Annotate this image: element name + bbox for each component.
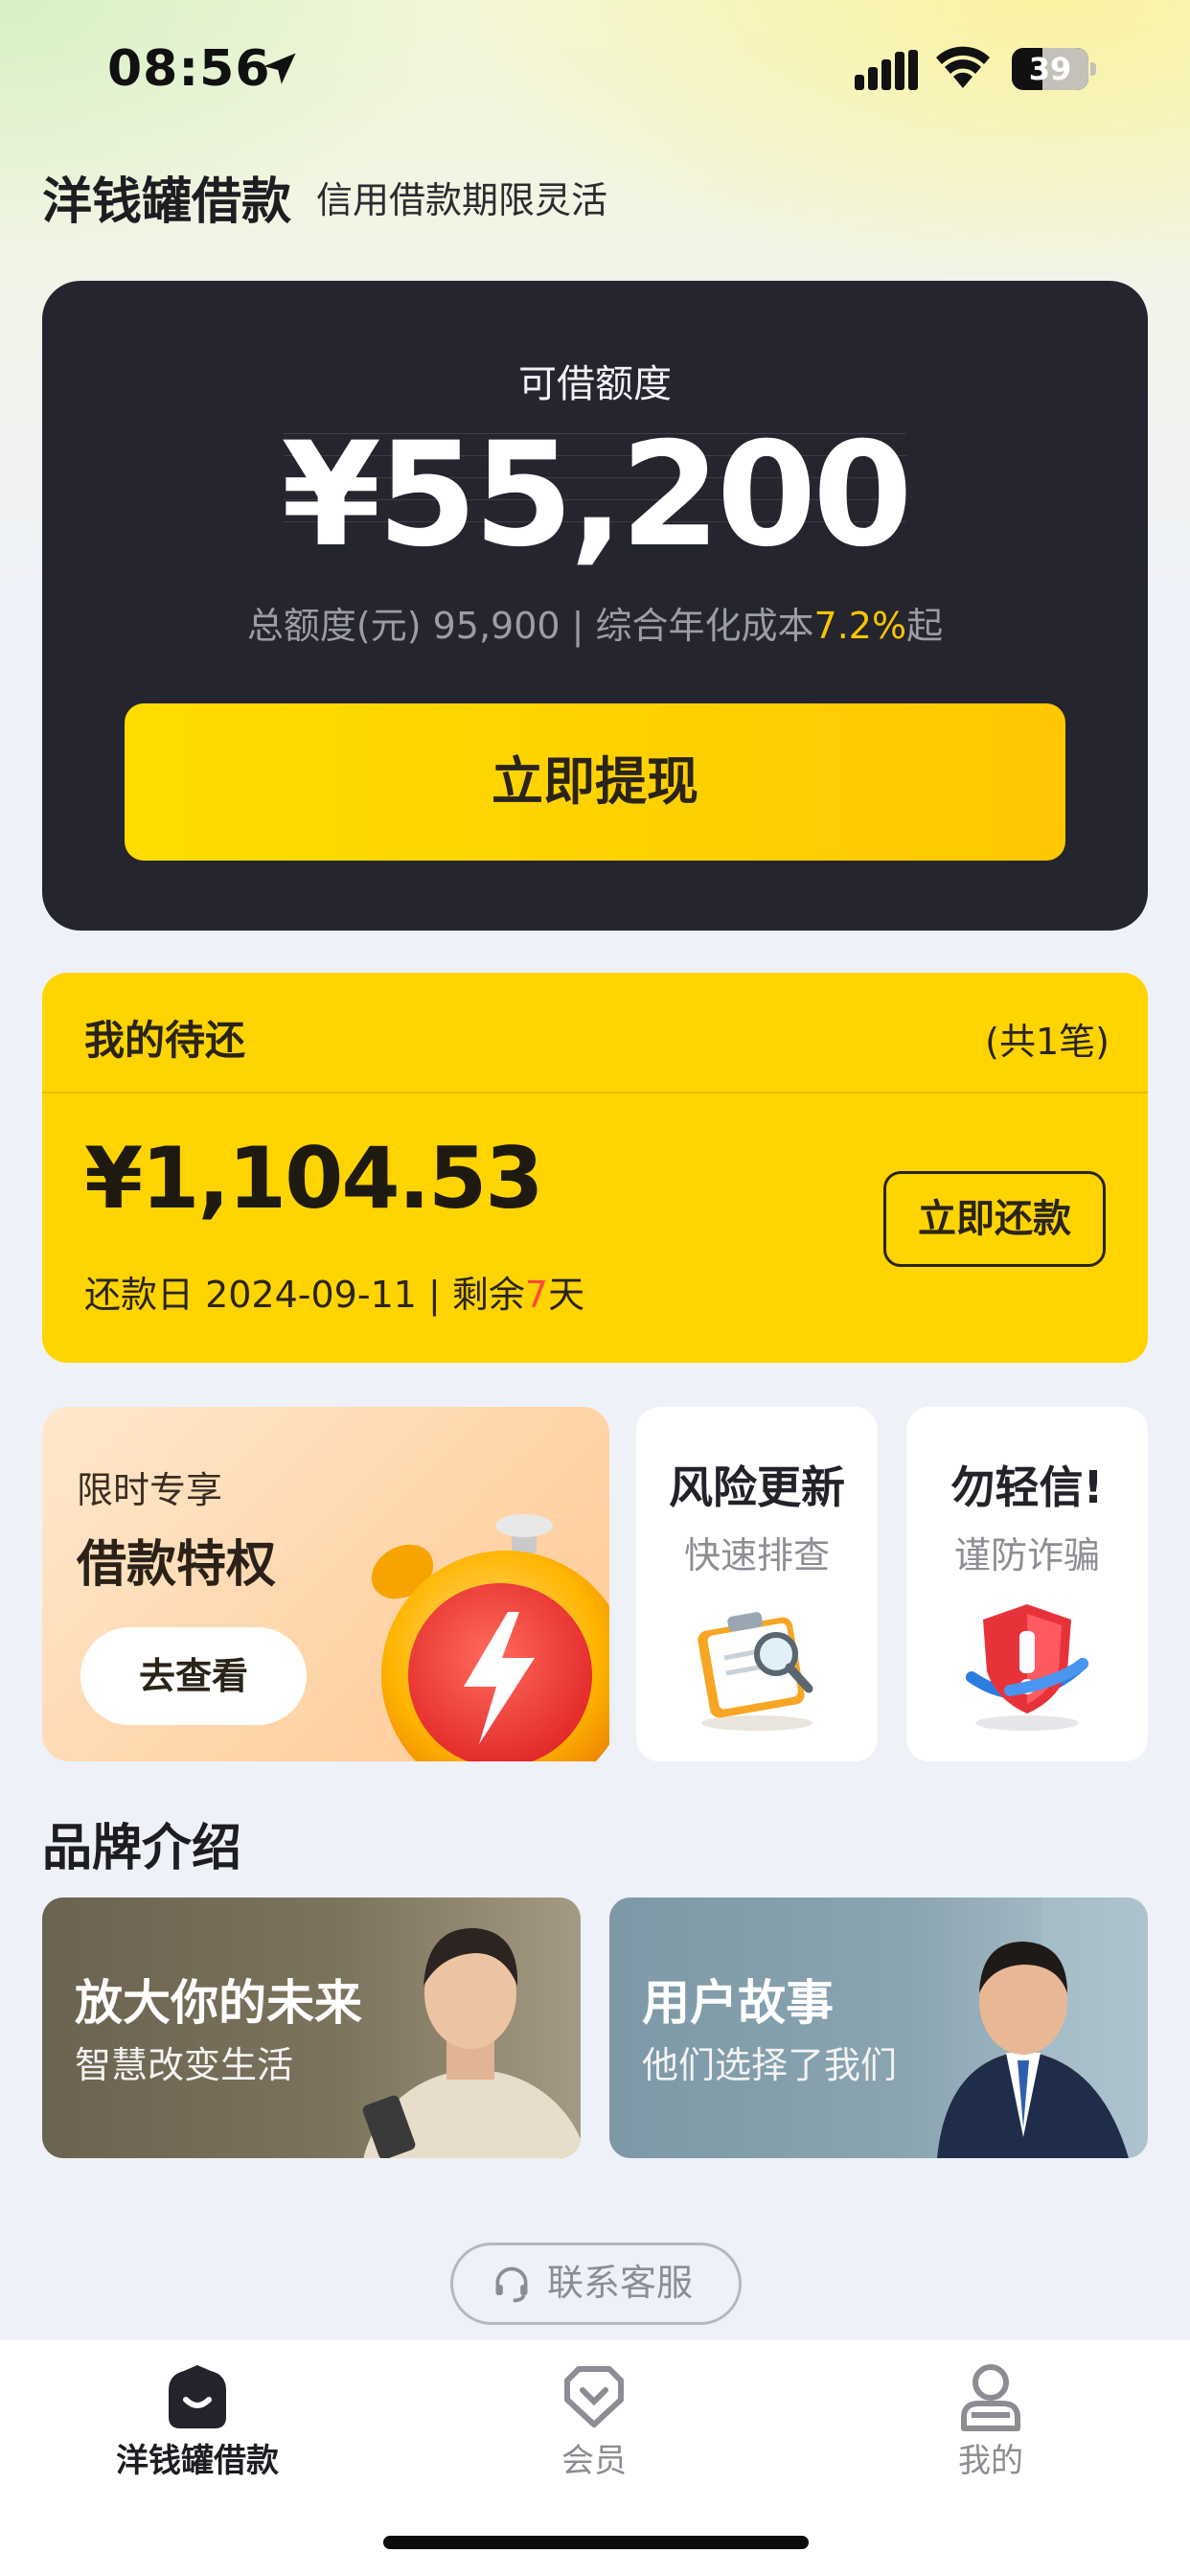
risk-update-subtitle: 快速排查 xyxy=(683,1534,830,1576)
repayment-amount: ¥1,104.53 xyxy=(84,1129,543,1228)
brand-card-future-subtitle: 智慧改变生活 xyxy=(75,2044,294,2086)
brand-card-user-stories-subtitle: 他们选择了我们 xyxy=(642,2044,898,2086)
headset-icon xyxy=(495,2266,528,2303)
credit-limit-label: 可借额度 xyxy=(518,362,672,406)
clipboard-magnifier-icon xyxy=(698,1612,813,1731)
credit-rate: 7.2% xyxy=(813,605,907,647)
shield-warning-icon xyxy=(966,1604,1088,1731)
anti-fraud-subtitle: 谨防诈骗 xyxy=(953,1534,1100,1576)
brand-card-future-title: 放大你的未来 xyxy=(75,1975,362,2031)
promo-view-button[interactable]: 去查看 xyxy=(80,1627,307,1725)
credit-total-text: 总额度(元) 95,900 | 综合年化成本 xyxy=(246,605,814,647)
credit-limit-amount: ¥55,200 xyxy=(281,412,912,579)
brand-heading: 品牌介绍 xyxy=(42,1820,242,1877)
person-photo-1 xyxy=(362,1927,581,2158)
location-arrow-icon xyxy=(263,53,296,84)
cellular-signal-icon xyxy=(855,50,918,90)
promo-title: 借款特权 xyxy=(77,1536,277,1594)
tab-member-label: 会员 xyxy=(561,2442,627,2480)
app-subtitle: 信用借款期限灵活 xyxy=(316,179,608,221)
anti-fraud-title: 勿轻信! xyxy=(950,1461,1104,1513)
repayment-divider xyxy=(42,1092,1148,1093)
repayment-title: 我的待还 xyxy=(84,1017,246,1064)
repayment-date: 还款日 2024-09-11 | 剩余7天 xyxy=(84,1265,584,1318)
credit-info: 总额度(元) 95,900 | 综合年化成本7.2%起 xyxy=(0,596,1190,649)
home-indicator xyxy=(383,2536,809,2549)
tab-home-label: 洋钱罐借款 xyxy=(116,2442,279,2480)
app-title: 洋钱罐借款 xyxy=(42,173,292,231)
promo-small-label: 限时专享 xyxy=(77,1469,223,1511)
repayment-count: (共1笔) xyxy=(985,1021,1110,1063)
profile-icon xyxy=(961,2364,1020,2431)
repayment-days-unit: 天 xyxy=(548,1274,585,1316)
person-photo-2 xyxy=(937,1898,1148,2158)
battery-level: 39 xyxy=(1028,51,1072,87)
battery-icon: 39 xyxy=(1012,48,1096,90)
wifi-icon xyxy=(936,46,990,88)
status-time: 08:56 xyxy=(107,40,271,98)
repayment-days-left: 7 xyxy=(524,1274,549,1316)
repay-now-button[interactable]: 立即还款 xyxy=(883,1171,1106,1267)
brand-card-user-stories-title: 用户故事 xyxy=(642,1975,834,2031)
tab-profile-label: 我的 xyxy=(958,2442,1023,2480)
withdraw-button[interactable]: 立即提现 xyxy=(125,703,1065,861)
home-bag-icon xyxy=(169,2365,226,2428)
repayment-date-text: 还款日 2024-09-11 | 剩余 xyxy=(84,1274,525,1316)
risk-update-title: 风险更新 xyxy=(669,1461,845,1513)
member-badge-icon xyxy=(564,2366,624,2427)
credit-rate-suffix: 起 xyxy=(906,605,944,647)
alarm-clock-lightning-icon xyxy=(371,1514,609,1761)
